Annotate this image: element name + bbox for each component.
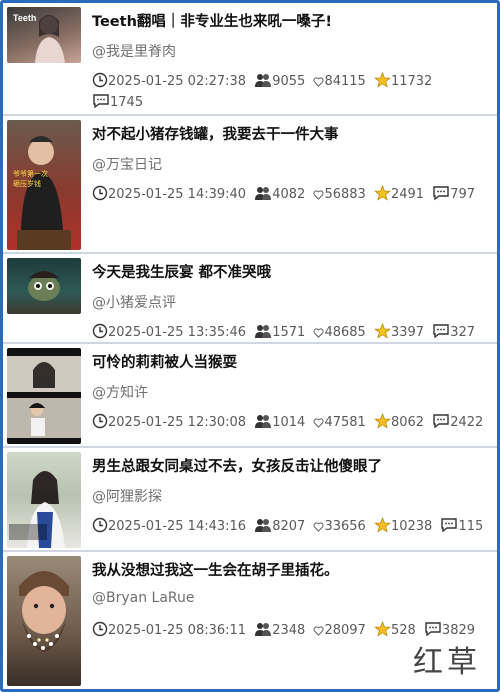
comments-count: 327: [450, 325, 476, 340]
clock-icon: [92, 517, 108, 533]
publish-time: 2025-01-25 02:27:38: [108, 74, 247, 89]
fans-icon: [255, 415, 272, 428]
stars-count: 8062: [390, 415, 425, 430]
video-thumbnail[interactable]: [7, 348, 81, 444]
heart-icon: [313, 77, 324, 87]
video-item[interactable]: 今天是我生辰宴 都不准哭哦 @小猪爱点评 2025-01-25 13:35:46…: [3, 254, 497, 344]
star-icon: [374, 184, 391, 201]
publish-time: 2025-01-25 14:39:40: [108, 187, 247, 202]
comments-count: 2422: [450, 415, 484, 430]
likes-count: 56883: [324, 187, 366, 202]
watermark: 红草: [413, 645, 481, 680]
author-name[interactable]: @方知许: [92, 382, 148, 402]
fans-icon: [255, 74, 272, 87]
heart-icon: [313, 328, 324, 338]
star-icon: [374, 620, 391, 637]
heart-icon: [313, 418, 324, 428]
stars-count: 10238: [390, 519, 433, 534]
likes-count: 48685: [324, 325, 366, 340]
author-name[interactable]: @我是里脊肉: [92, 41, 176, 61]
clock-icon: [92, 72, 108, 88]
video-title[interactable]: 男生总跟女同桌过不去，女孩反击让他傻眼了: [92, 455, 492, 476]
comment-icon: [425, 622, 441, 637]
fans-count: 4082: [272, 187, 306, 202]
comments-count: 1745: [110, 95, 144, 110]
video-title[interactable]: 今天是我生辰宴 都不准哭哦: [92, 261, 492, 282]
comments-count: 115: [458, 519, 484, 534]
video-stats: 2025-01-25 02:27:38 9055 84115 11732 174…: [92, 71, 492, 113]
fans-count: 1014: [272, 415, 306, 430]
fans-icon: [255, 325, 272, 338]
fans-count: 9055: [272, 74, 306, 89]
video-title[interactable]: 可怜的莉莉被人当猴耍: [92, 351, 492, 372]
video-list-panel: Teeth Teeth翻唱｜非专业生也来吼一嗓子! @我是里脊肉 2025-01…: [0, 0, 500, 692]
author-name[interactable]: @Bryan LaRue: [92, 590, 195, 606]
fans-count: 2348: [272, 623, 306, 638]
clock-icon: [92, 621, 108, 637]
fans-count: 1571: [272, 325, 306, 340]
video-item[interactable]: 爷爷第一次 砸压岁钱 对不起小猪存钱罐，我要去干一件大事 @万宝日记 2025-…: [3, 116, 497, 254]
comments-count: 3829: [441, 623, 476, 638]
publish-time: 2025-01-25 12:30:08: [108, 415, 247, 430]
clock-icon: [92, 185, 108, 201]
video-thumbnail[interactable]: 爷爷第一次 砸压岁钱: [7, 120, 81, 250]
publish-time: 2025-01-25 08:36:11: [108, 623, 247, 638]
video-thumbnail[interactable]: [7, 258, 81, 314]
video-stats: 2025-01-25 12:30:08 1014 47581 8062 2422: [92, 412, 492, 433]
video-title[interactable]: 我从没想过我这一生会在胡子里插花。: [92, 559, 492, 580]
star-icon: [374, 516, 391, 533]
stars-count: 11732: [390, 74, 433, 89]
fans-icon: [255, 187, 272, 200]
video-item[interactable]: 男生总跟女同桌过不去，女孩反击让他傻眼了 @阿狸影探 2025-01-25 14…: [3, 448, 497, 552]
video-title[interactable]: 对不起小猪存钱罐，我要去干一件大事: [92, 123, 492, 144]
heart-icon: [313, 626, 324, 636]
video-item[interactable]: 可怜的莉莉被人当猴耍 @方知许 2025-01-25 12:30:08 1014…: [3, 344, 497, 448]
comment-icon: [433, 324, 449, 339]
stars-count: 3397: [390, 325, 425, 340]
video-thumbnail[interactable]: Teeth: [7, 7, 81, 63]
star-icon: [374, 71, 391, 88]
video-thumbnail[interactable]: [7, 452, 81, 548]
video-title[interactable]: Teeth翻唱｜非专业生也来吼一嗓子!: [92, 10, 492, 31]
video-stats: 2025-01-25 13:35:46 1571 48685 3397 327: [92, 322, 492, 343]
video-item[interactable]: Teeth Teeth翻唱｜非专业生也来吼一嗓子! @我是里脊肉 2025-01…: [3, 3, 497, 116]
likes-count: 84115: [324, 74, 366, 89]
video-stats: 2025-01-25 14:39:40 4082 56883 2491 797: [92, 184, 492, 205]
star-icon: [374, 412, 391, 429]
likes-count: 33656: [324, 519, 366, 534]
video-item[interactable]: 我从没想过我这一生会在胡子里插花。 @Bryan LaRue 2025-01-2…: [3, 552, 497, 689]
author-name[interactable]: @万宝日记: [92, 154, 162, 174]
svg-text:砸压岁钱: 砸压岁钱: [13, 179, 41, 188]
comment-icon: [433, 186, 449, 201]
star-icon: [374, 322, 391, 339]
clock-icon: [92, 323, 108, 339]
video-thumbnail[interactable]: [7, 556, 81, 686]
author-name[interactable]: @阿狸影探: [92, 486, 162, 506]
fans-icon: [255, 623, 272, 636]
comment-icon: [93, 94, 109, 109]
comment-icon: [433, 414, 449, 429]
stars-count: 528: [390, 623, 416, 638]
publish-time: 2025-01-25 13:35:46: [108, 325, 247, 340]
publish-time: 2025-01-25 14:43:16: [108, 519, 247, 534]
heart-icon: [313, 522, 324, 532]
svg-text:爷爷第一次: 爷爷第一次: [13, 169, 48, 178]
comment-icon: [441, 518, 458, 533]
fans-count: 8207: [272, 519, 306, 534]
thumbnail-caption: Teeth: [13, 13, 36, 23]
clock-icon: [92, 413, 108, 429]
video-stats: 2025-01-25 14:43:16 8207 33656 10238 115: [92, 516, 492, 537]
fans-icon: [255, 519, 272, 532]
author-name[interactable]: @小猪爱点评: [92, 292, 176, 312]
likes-count: 28097: [324, 623, 366, 638]
likes-count: 47581: [324, 415, 366, 430]
stars-count: 2491: [390, 187, 425, 202]
heart-icon: [313, 190, 324, 200]
comments-count: 797: [450, 187, 476, 202]
